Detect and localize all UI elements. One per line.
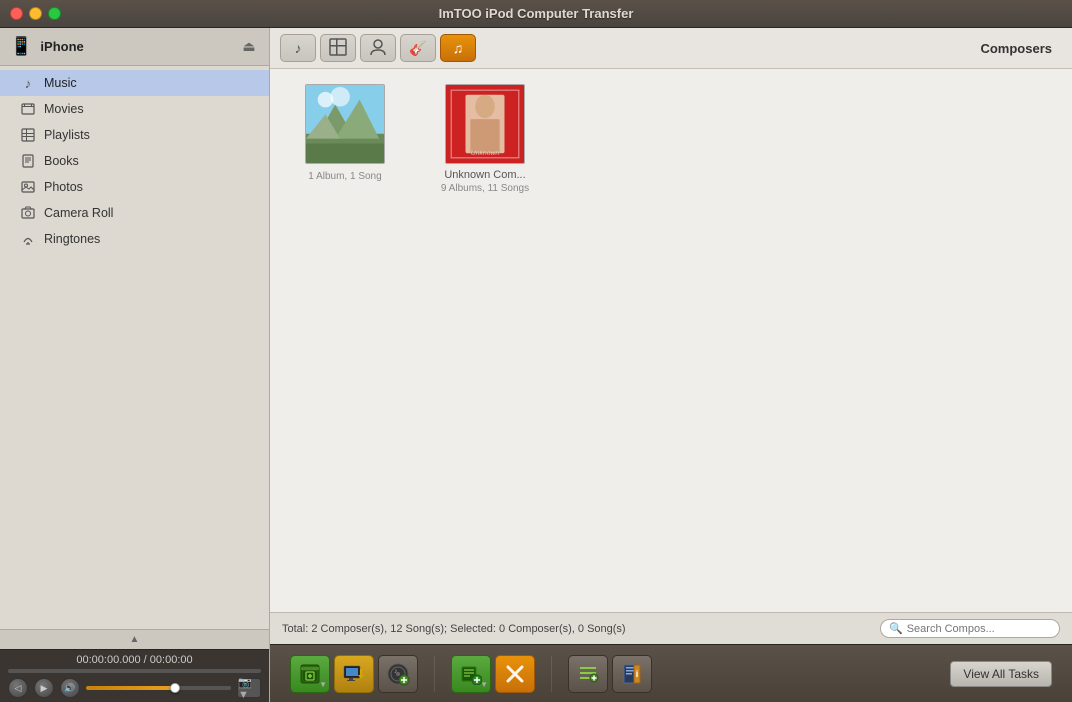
maximize-button[interactable] [48, 7, 61, 20]
composers-icon: ♫ [453, 40, 464, 56]
iphone-icon: 📱 [10, 36, 32, 57]
composer-item[interactable]: 1 Album, 1 Song [285, 84, 405, 194]
app-title: ImTOO iPod Computer Transfer [439, 6, 634, 21]
info-button[interactable]: i [612, 655, 652, 693]
svg-text:i: i [636, 669, 639, 679]
playlist-manager-button[interactable] [568, 655, 608, 693]
minimize-button[interactable] [29, 7, 42, 20]
view-all-tasks-button[interactable]: View All Tasks [950, 661, 1052, 687]
window-controls [10, 7, 61, 20]
close-button[interactable] [10, 7, 23, 20]
artists-icon [369, 38, 387, 59]
progress-bar[interactable] [8, 669, 261, 673]
svg-text:♪: ♪ [394, 668, 398, 675]
play-prev-button[interactable]: ◁ [8, 678, 28, 698]
toolbar-group-middle: ▼ [451, 655, 535, 693]
content-area: ♪ 🎸 ♫ Composers [270, 28, 1072, 702]
music-icon: ♪ [20, 75, 36, 91]
tab-composers[interactable]: ♫ [440, 34, 476, 62]
albums-icon [329, 38, 347, 59]
content-grid: 1 Album, 1 Song Unknown [270, 69, 1072, 612]
toolbar-separator-2 [551, 656, 552, 692]
player-section: 00:00:00.000 / 00:00:00 ◁ ▶ 🔊 📷▼ [0, 649, 269, 702]
sidebar-item-label: Playlists [44, 128, 90, 142]
dropdown-arrow-icon: ▼ [319, 680, 327, 689]
sidebar-item-label: Camera Roll [44, 206, 113, 220]
search-input[interactable] [907, 623, 1047, 635]
search-box[interactable]: 🔍 [880, 619, 1060, 638]
composer-count-1: 1 Album, 1 Song [308, 171, 381, 182]
play-next-button[interactable]: 🔊 [60, 678, 80, 698]
sidebar-list: ♪ Music Movies Playlists Books [0, 66, 269, 629]
device-row: 📱 iPhone ⏏ [0, 28, 269, 66]
sidebar-item-label: Ringtones [44, 232, 100, 246]
add-music-button[interactable]: ♪ [378, 655, 418, 693]
volume-slider[interactable] [86, 686, 231, 690]
title-bar: ImTOO iPod Computer Transfer [0, 0, 1072, 28]
section-title: Composers [980, 41, 1062, 56]
delete-button[interactable] [495, 655, 535, 693]
sidebar-item-label: Music [44, 76, 77, 90]
composer-name-2: Unknown Com... [444, 169, 525, 181]
composer-art-2: Unknown [445, 84, 525, 164]
svg-text:Unknown: Unknown [471, 150, 500, 157]
photos-icon [20, 179, 36, 195]
composer-count-2: 9 Albums, 11 Songs [441, 183, 529, 194]
sidebar-item-movies[interactable]: Movies [0, 96, 269, 122]
books-icon [20, 153, 36, 169]
sidebar-item-music[interactable]: ♪ Music [0, 70, 269, 96]
ringtones-icon [20, 231, 36, 247]
composer-art-1 [305, 84, 385, 164]
player-controls: ◁ ▶ 🔊 📷▼ [8, 678, 261, 698]
toolbar-group-left: ▼ [290, 655, 418, 693]
collapse-button[interactable]: ▲ [0, 629, 269, 649]
sidebar-item-camera-roll[interactable]: Camera Roll [0, 200, 269, 226]
main-container: 📱 iPhone ⏏ ♪ Music Movies Playlists [0, 28, 1072, 702]
sidebar: 📱 iPhone ⏏ ♪ Music Movies Playlists [0, 28, 270, 702]
add-to-device-button[interactable]: ▼ [290, 655, 330, 693]
volume-thumb [170, 683, 180, 693]
eject-button[interactable]: ⏏ [239, 37, 259, 57]
tab-genres[interactable]: 🎸 [400, 34, 436, 62]
bottom-toolbar: ▼ [270, 644, 1072, 702]
transfer-to-computer-button[interactable] [334, 655, 374, 693]
toolbar-separator-1 [434, 656, 435, 692]
toolbar-group-right: i [568, 655, 652, 693]
tab-bar: ♪ 🎸 ♫ Composers [270, 28, 1072, 69]
playlists-icon [20, 127, 36, 143]
sidebar-item-label: Photos [44, 180, 83, 194]
dropdown-arrow-icon-2: ▼ [480, 680, 488, 689]
tab-artists[interactable] [360, 34, 396, 62]
sidebar-item-playlists[interactable]: Playlists [0, 122, 269, 148]
composer-item[interactable]: Unknown Unknown Com... 9 Albums, 11 Song… [425, 84, 545, 194]
device-name: iPhone [40, 39, 231, 54]
genres-icon: 🎸 [409, 40, 426, 57]
play-button[interactable]: ▶ [34, 678, 54, 698]
songs-icon: ♪ [295, 40, 302, 56]
status-text: Total: 2 Composer(s), 12 Song(s); Select… [282, 623, 870, 635]
tab-songs[interactable]: ♪ [280, 34, 316, 62]
time-display: 00:00:00.000 / 00:00:00 [8, 654, 261, 666]
movies-icon [20, 101, 36, 117]
sidebar-item-books[interactable]: Books [0, 148, 269, 174]
add-playlist-button[interactable]: ▼ [451, 655, 491, 693]
camera-roll-icon [20, 205, 36, 221]
search-icon: 🔍 [889, 622, 903, 635]
tab-albums[interactable] [320, 34, 356, 62]
sidebar-item-photos[interactable]: Photos [0, 174, 269, 200]
sidebar-item-ringtones[interactable]: Ringtones [0, 226, 269, 252]
sidebar-item-label: Movies [44, 102, 84, 116]
sidebar-item-label: Books [44, 154, 79, 168]
status-bar: Total: 2 Composer(s), 12 Song(s); Select… [270, 612, 1072, 644]
camera-button[interactable]: 📷▼ [237, 678, 261, 698]
